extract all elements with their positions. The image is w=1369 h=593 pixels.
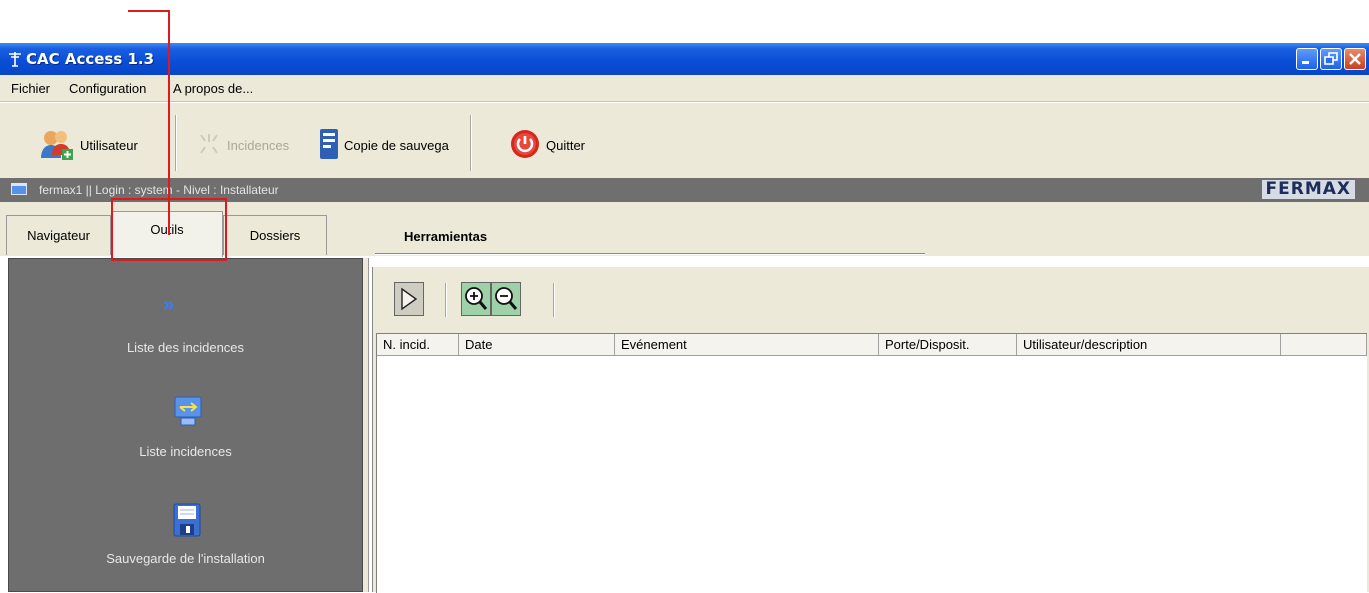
window-icon [11,183,27,195]
toolbar-separator [175,115,177,171]
incidents-button-label: Incidences [227,137,290,153]
toolbar-separator [470,115,472,171]
backup-document-icon [318,128,340,163]
column-header-incid[interactable]: N. incid. [377,334,459,355]
window-title: CAC Access 1.3 [26,50,155,68]
user-button[interactable]: Utilisateur [40,125,138,165]
tab-navigateur[interactable]: Navigateur [6,215,111,255]
menu-bar: Fichier Configuration A propos de... [0,75,1369,102]
toolbar: Utilisateur Incidences Copie de sauvega … [0,102,1369,179]
incidents-icon [197,131,221,160]
panel-title-underline [375,253,925,255]
sidebar-item-sauvegarde[interactable]: Sauvegarde de l'installation [8,551,363,566]
backup-button-label: Copie de sauvega [344,137,449,153]
table-header: N. incid. Date Evénement Porte/Disposit.… [377,334,1367,356]
menu-a-propos[interactable]: A propos de... [173,81,253,96]
power-icon [510,129,540,162]
users-add-icon [40,127,74,164]
sidebar-item-liste-incidences[interactable]: Liste incidences [8,444,363,459]
column-header-empty [1281,334,1367,355]
annotation-line-horizontal [128,10,170,12]
zoom-out-icon [495,287,518,310]
menu-fichier[interactable]: Fichier [11,81,50,96]
backup-button[interactable]: Copie de sauvega [318,125,449,165]
incidents-list-icon[interactable] [171,393,205,430]
annotation-highlight-box [111,198,227,261]
sidebar-splitter[interactable] [363,258,369,592]
zoom-in-button[interactable] [461,282,491,316]
toolbar-separator [553,283,555,317]
zoom-in-icon [465,287,488,310]
toolbar-separator [445,283,447,317]
incidents-table[interactable]: N. incid. Date Evénement Porte/Disposit.… [376,333,1367,593]
incidents-button[interactable]: Incidences [197,125,289,165]
zoom-out-button[interactable] [491,282,521,316]
column-header-date[interactable]: Date [459,334,615,355]
tools-content-panel: N. incid. Date Evénement Porte/Disposit.… [372,267,1369,593]
column-header-utilisateur[interactable]: Utilisateur/description [1017,334,1281,355]
close-button[interactable] [1344,48,1366,70]
panel-title: Herramientas [404,229,488,244]
column-header-porte[interactable]: Porte/Disposit. [879,334,1017,355]
restore-button[interactable] [1320,48,1342,70]
minimize-button[interactable] [1296,48,1318,70]
floppy-disk-icon[interactable] [173,503,201,540]
column-header-evenement[interactable]: Evénement [615,334,879,355]
quit-button[interactable]: Quitter [510,125,585,165]
menu-configuration[interactable]: Configuration [69,81,146,96]
chevron-double-right-icon[interactable]: » [163,294,174,317]
title-bar: CAC Access 1.3 [0,43,1369,75]
status-text: fermax1 || Login : system - Nivel : Inst… [39,183,279,197]
brand-logo: FERMAX [1261,180,1355,199]
quit-button-label: Quitter [546,137,586,153]
tab-dossiers[interactable]: Dossiers [223,215,327,255]
sidebar-item-liste-des-incidences[interactable]: Liste des incidences [8,340,363,355]
antenna-icon [8,51,22,67]
user-button-label: Utilisateur [80,137,138,153]
run-button[interactable] [394,282,424,316]
